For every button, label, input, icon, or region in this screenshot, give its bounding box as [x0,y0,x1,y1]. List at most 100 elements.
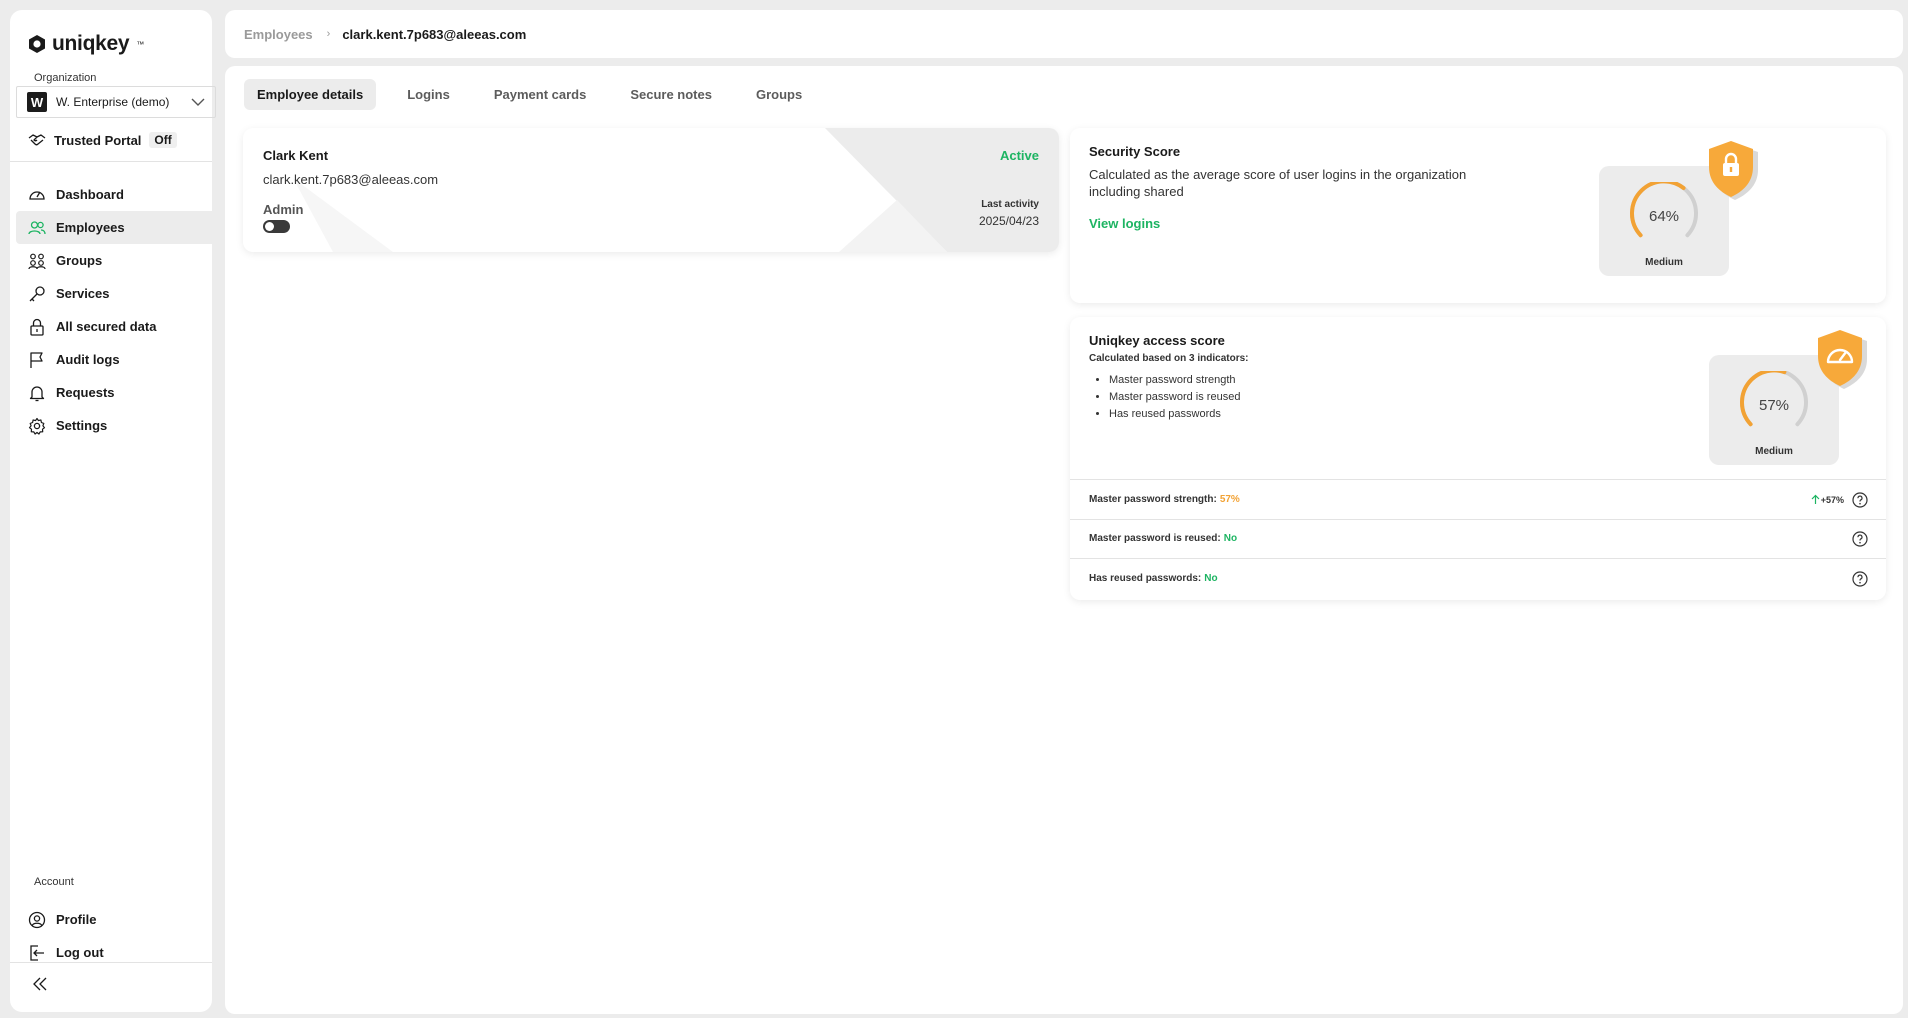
sidebar-item-dashboard[interactable]: Dashboard [16,178,212,211]
tab-groups[interactable]: Groups [743,79,815,110]
sidebar-item-label: Settings [56,418,108,433]
sidebar-item-label: Audit logs [56,352,120,367]
sidebar-item-groups[interactable]: Groups [16,244,212,277]
last-activity-value: 2025/04/23 [978,214,1039,228]
sidebar-item-label: Services [56,286,110,301]
sidebar-item-audit-logs[interactable]: Audit logs [16,343,212,376]
sidebar-item-employees[interactable]: Employees [16,211,212,244]
sidebar-item-label: Dashboard [56,187,124,202]
logout-icon [30,944,44,961]
access-score-subtitle: Calculated based on 3 indicators: [1089,353,1249,364]
indicator-row-master-reused: Master password is reused: No [1089,519,1868,558]
organization-name: W. Enterprise (demo) [56,95,170,109]
last-activity-label: Last activity [981,199,1039,210]
indicator-value: No [1223,533,1238,544]
list-item: Master password is reused [1109,389,1240,406]
admin-toggle[interactable] [263,220,290,233]
indicator-label: Has reused passwords: [1089,573,1202,584]
trusted-portal-label: Trusted Portal [54,132,142,148]
employee-email: clark.kent.7p683@aleeas.com [263,172,439,187]
tab-logins[interactable]: Logins [394,79,463,110]
handshake-icon [28,134,46,146]
trusted-portal-state: Off [149,132,177,148]
organization-select[interactable]: W W. Enterprise (demo) [16,86,216,118]
security-score-level: Medium [1645,257,1683,268]
sidebar-item-label: Employees [56,220,125,235]
list-item: Master password strength [1109,372,1240,389]
bell-icon [29,385,45,401]
card-background-shape [293,128,1059,252]
trend-indicator: +57% [1811,494,1844,505]
employee-role: Admin [263,202,304,217]
breadcrumb-employees-link[interactable]: Employees [244,27,313,42]
shield-lock-icon [1709,141,1758,200]
sidebar-item-settings[interactable]: Settings [16,409,212,442]
access-score-value: 57% [1758,397,1790,414]
sidebar: uniqkey ™ Organization W W. Enterprise (d… [10,10,216,1012]
indicator-value: 57% [1219,494,1240,505]
access-score-title: Uniqkey access score [1089,333,1225,348]
view-logins-link[interactable]: View logins [1089,216,1160,231]
indicator-value: No [1204,573,1218,584]
list-item: Has reused passwords [1109,406,1240,423]
security-score-description: Calculated as the average score of user … [1089,167,1467,199]
sidebar-nav: Dashboard Employees Groups Services All … [16,178,212,442]
tab-payment-cards[interactable]: Payment cards [481,79,600,110]
status-badge: Active [999,148,1039,163]
access-score-card: Uniqkey access score Calculated based on… [1070,317,1886,600]
sidebar-item-logout[interactable]: Log out [16,936,212,969]
sidebar-item-all-secured-data[interactable]: All secured data [16,310,212,343]
arrow-up-icon [1811,494,1820,504]
tab-employee-details[interactable]: Employee details [244,79,377,110]
logo-hexagon-icon [29,35,45,53]
brand-tm: ™ [136,39,144,49]
gear-icon [28,417,46,435]
flag-icon [30,351,43,368]
collapse-sidebar-button[interactable] [32,977,48,996]
sidebar-item-services[interactable]: Services [16,277,212,310]
security-score-title: Security Score [1089,144,1181,159]
breadcrumb: Employees › clark.kent.7p683@aleeas.com [225,10,1903,58]
brand-logo[interactable]: uniqkey ™ [28,32,144,56]
sidebar-item-requests[interactable]: Requests [16,376,212,409]
sidebar-item-label: Profile [56,912,97,927]
breadcrumb-separator-icon: › [326,28,331,40]
account-nav: Profile Log out [16,903,212,969]
security-score-value: 64% [1648,208,1680,225]
indicator-list: Master password strength Master password… [1109,372,1240,423]
groups-icon [28,253,46,269]
indicator-row-reused-passwords: Has reused passwords: No [1089,559,1868,598]
breadcrumb-current: clark.kent.7p683@aleeas.com [342,26,527,42]
indicator-row-master-strength: Master password strength: 57% +57% [1089,480,1868,519]
shield-speedometer-icon [1818,330,1867,389]
access-score-level: Medium [1755,446,1793,457]
help-icon[interactable] [1852,491,1868,508]
brand-name: uniqkey [52,32,130,55]
users-icon [28,220,46,234]
sidebar-item-profile[interactable]: Profile [16,903,212,936]
indicator-label: Master password is reused: [1089,533,1221,544]
organization-label: Organization [34,72,97,84]
help-icon[interactable] [1852,530,1868,547]
help-icon[interactable] [1852,570,1868,587]
lock-icon [30,318,44,336]
key-icon [29,285,45,301]
trend-value: +57% [1820,494,1844,505]
chevron-down-icon [191,98,205,106]
security-score-card: Security Score Calculated as the average… [1070,128,1886,303]
sidebar-divider [10,161,212,162]
trusted-portal-toggle[interactable]: Trusted Portal Off [28,132,177,148]
organization-badge: W [27,92,47,112]
tab-bar: Employee details Logins Payment cards Se… [244,79,833,110]
double-chevron-left-icon [33,977,47,991]
sidebar-item-label: Groups [56,253,103,268]
sidebar-item-label: All secured data [56,319,157,334]
employee-name: Clark Kent [263,148,329,163]
user-circle-icon [28,911,46,928]
tab-secure-notes[interactable]: Secure notes [617,79,725,110]
main-panel: Employee details Logins Payment cards Se… [225,66,1903,1014]
indicator-label: Master password strength: [1089,494,1217,505]
sidebar-item-label: Log out [56,945,104,960]
account-label: Account [34,876,74,888]
gauge-icon [29,190,45,200]
